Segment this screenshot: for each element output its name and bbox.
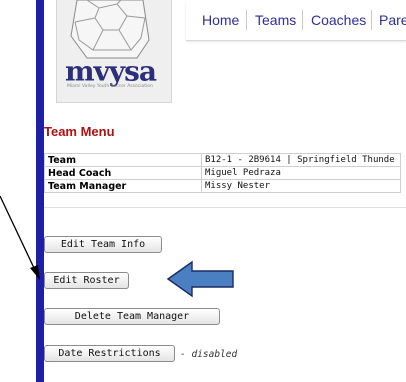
nav-home-link[interactable]: Home — [202, 12, 239, 28]
section-divider — [44, 207, 406, 208]
table-row: Head Coach Miguel Pedraza — [44, 166, 401, 180]
logo-subtitle: Miami Valley Youth Soccer Association — [67, 84, 153, 89]
top-navigation: Home Teams Coaches Pare — [186, 0, 406, 41]
delete-team-manager-button[interactable]: Delete Team Manager — [44, 308, 220, 325]
date-restrictions-button[interactable]: Date Restrictions — [44, 345, 175, 362]
mvysa-logo[interactable]: mvysa Miami Valley Youth Soccer Associat… — [56, 0, 172, 103]
nav-divider — [302, 10, 303, 30]
left-margin — [0, 0, 36, 382]
nav-divider — [371, 10, 372, 30]
nav-divider — [246, 10, 247, 30]
team-menu-title: Team Menu — [44, 124, 115, 139]
nav-teams-link[interactable]: Teams — [255, 12, 296, 28]
team-value: B12-1 - 2B9614 | Springfield Thunde — [201, 153, 401, 167]
nav-parents-link[interactable]: Pare — [379, 12, 406, 28]
left-blue-bar — [36, 0, 44, 382]
logo-wordmark: mvysa — [65, 55, 157, 88]
edit-team-info-button[interactable]: Edit Team Info — [44, 236, 162, 253]
nav-coaches-link[interactable]: Coaches — [311, 12, 366, 28]
team-info-table: Team B12-1 - 2B9614 | Springfield Thunde… — [44, 153, 401, 193]
date-restrictions-disabled-note: - disabled — [180, 349, 238, 360]
blue-left-arrow-icon — [166, 260, 234, 298]
head-coach-label: Head Coach — [44, 166, 202, 180]
table-row: Team Manager Missy Nester — [44, 179, 401, 193]
team-manager-value: Missy Nester — [201, 179, 401, 193]
head-coach-value: Miguel Pedraza — [201, 166, 401, 180]
team-label: Team — [44, 153, 202, 167]
edit-roster-button[interactable]: Edit Roster — [44, 272, 129, 289]
table-row: Team B12-1 - 2B9614 | Springfield Thunde — [44, 153, 401, 167]
team-manager-label: Team Manager — [44, 179, 202, 193]
